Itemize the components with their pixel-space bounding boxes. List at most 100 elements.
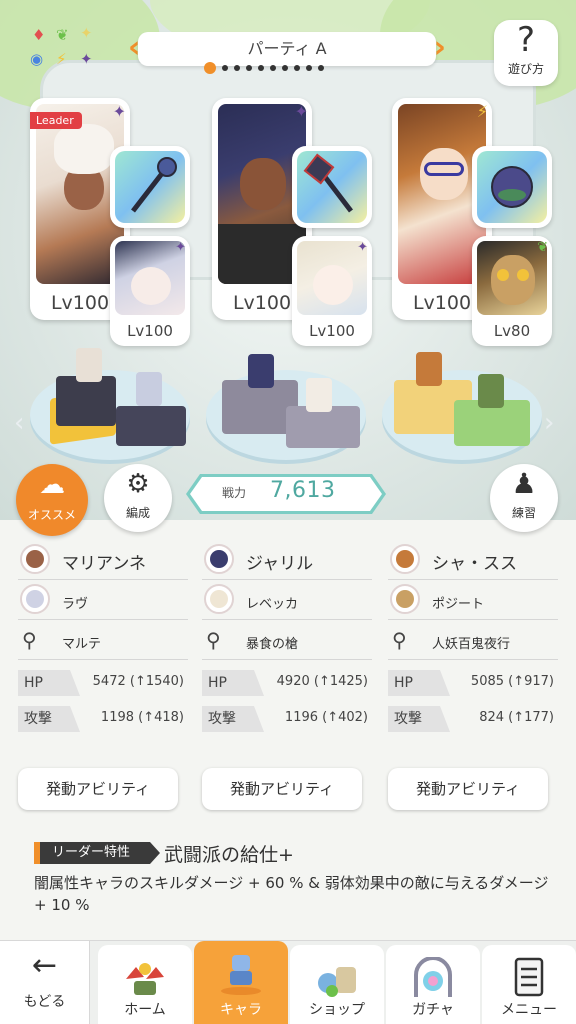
hp-label: HP [18,670,80,696]
recommend-label: オススメ [27,508,76,522]
page-dot[interactable] [282,65,288,71]
sub-character-name: ラヴ [62,597,89,612]
page-dot[interactable] [294,65,300,71]
main-character-row[interactable]: ジャリル [202,540,372,580]
page-dot[interactable] [204,62,216,74]
recommend-icon: ☁ [39,470,65,500]
attack-label: 攻撃 [388,706,450,732]
practice-button[interactable]: ♟ 練習 [490,464,558,532]
weapon-card[interactable] [472,146,552,228]
page-dot[interactable] [234,65,240,71]
bottom-navigation: ← もどる ホーム キャラ ショップ ガチャ メニュー [0,940,576,1024]
page-dot[interactable] [318,65,324,71]
page-dot[interactable] [246,65,252,71]
sub-character-level: Lv100 [127,322,173,340]
weapon-row[interactable]: ⚲ マルテ [18,620,188,660]
gacha-icon [414,957,452,997]
wind-element-icon: ❦ [537,240,548,255]
weapon-name: 暴食の槍 [246,637,299,652]
sub-character-row[interactable]: ポジート [388,580,558,620]
weapon-card[interactable] [292,146,372,228]
main-character-name: シャ・スス [432,554,517,574]
sub-character-card[interactable]: ✦ Lv100 [110,236,190,346]
dark-element-icon: ✦ [357,240,368,255]
recommend-button[interactable]: ☁ オススメ [16,464,88,536]
stats-column-2: ジャリル レベッカ ⚲ 暴食の槍 HP 4920 (↑1425) 攻撃 1196… [202,540,372,732]
unit-sprite [306,378,332,412]
edit-formation-button[interactable]: ⚙ 編成 [104,464,172,532]
main-character-row[interactable]: シャ・スス [388,540,558,580]
unit-sprite [478,374,504,408]
element-filter-icon[interactable]: ♦ ❦ ✦ ◉ ⚡ ✦ [26,24,106,76]
tab-gacha[interactable]: ガチャ [386,945,480,1024]
stats-column-1: マリアンネ ラヴ ⚲ マルテ HP 5472 (↑1540) 攻撃 1198 (… [18,540,188,732]
ability-button-2[interactable]: 発動アビリティ [202,768,362,810]
tab-home-label: ホーム [124,1002,166,1018]
weapon-image [477,151,547,223]
arrow-left-icon: ← [31,948,58,983]
tab-character[interactable]: キャラ [194,941,288,1024]
right-scroll-arrow[interactable]: › [544,408,554,438]
edit-formation-label: 編成 [125,506,150,520]
tab-menu[interactable]: メニュー [482,945,576,1024]
character-avatar [390,584,420,614]
home-icon [126,963,164,995]
weapon-image [297,151,367,223]
how-to-play-button[interactable]: ? 遊び方 [494,20,558,86]
attack-stat: 攻撃 824 (↑177) [388,706,558,732]
ability-button-3[interactable]: 発動アビリティ [388,768,548,810]
question-icon: ? [516,20,536,60]
weapon-card[interactable] [110,146,190,228]
tab-home[interactable]: ホーム [98,945,192,1024]
left-scroll-arrow[interactable]: ‹ [14,408,24,438]
weapon-icon: ⚲ [206,628,221,652]
tab-character-label: キャラ [220,1002,262,1018]
weapon-name: 人妖百鬼夜行 [432,637,511,652]
attack-value: 1196 (↑402) [284,710,368,725]
attack-value: 1198 (↑418) [100,710,184,725]
tab-shop[interactable]: ショップ [290,945,384,1024]
party-slot-1: Leader ✦ Lv100 ✦ Lv100 [30,98,200,358]
ability-button-1[interactable]: 発動アビリティ [18,768,178,810]
sub-character-card[interactable]: ✦ Lv100 [292,236,372,346]
character-avatar [20,544,50,574]
main-character-row[interactable]: マリアンネ [18,540,188,580]
dark-element-icon: ✦ [294,102,308,121]
tab-gacha-label: ガチャ [412,1002,454,1018]
hp-label: HP [202,670,264,696]
party-slot-3: ⚡ Lv100 ❦ Lv80 [392,98,562,358]
sub-character-row[interactable]: ラヴ [18,580,188,620]
sub-character-name: レベッカ [246,597,299,612]
character-avatar [390,544,420,574]
party-slot-2: ✦ Lv100 ✦ Lv100 [212,98,382,358]
orb-icon [491,166,533,208]
tab-menu-label: メニュー [501,1002,557,1018]
page-dot[interactable] [270,65,276,71]
page-dot[interactable] [306,65,312,71]
weapon-icon: ⚲ [22,628,37,652]
character-icon [221,955,261,995]
unit-platform-1 [30,348,190,460]
weapon-row[interactable]: ⚲ 人妖百鬼夜行 [388,620,558,660]
sub-character-card[interactable]: ❦ Lv80 [472,236,552,346]
attack-label: 攻撃 [18,706,80,732]
party-page-indicator [204,62,324,74]
sub-character-row[interactable]: レベッカ [202,580,372,620]
back-button[interactable]: ← もどる [0,941,90,1024]
unit-sprite [248,354,274,388]
staff-icon [131,157,177,213]
main-character-name: ジャリル [246,554,314,574]
page-dot[interactable] [258,65,264,71]
page-dot[interactable] [222,65,228,71]
training-dummy-icon: ♟ [511,467,537,500]
unit-platform-2 [206,354,366,460]
lightning-element-icon: ⚡ [476,102,488,121]
hp-stat: HP 4920 (↑1425) [202,670,372,696]
attack-value: 824 (↑177) [479,710,554,725]
weapon-row[interactable]: ⚲ 暴食の槍 [202,620,372,660]
next-party-button[interactable]: › [426,32,446,66]
main-character-name: マリアンネ [62,554,146,574]
spear-icon [303,153,353,213]
attack-stat: 攻撃 1198 (↑418) [18,706,188,732]
sub-character-name: ポジート [432,597,485,612]
